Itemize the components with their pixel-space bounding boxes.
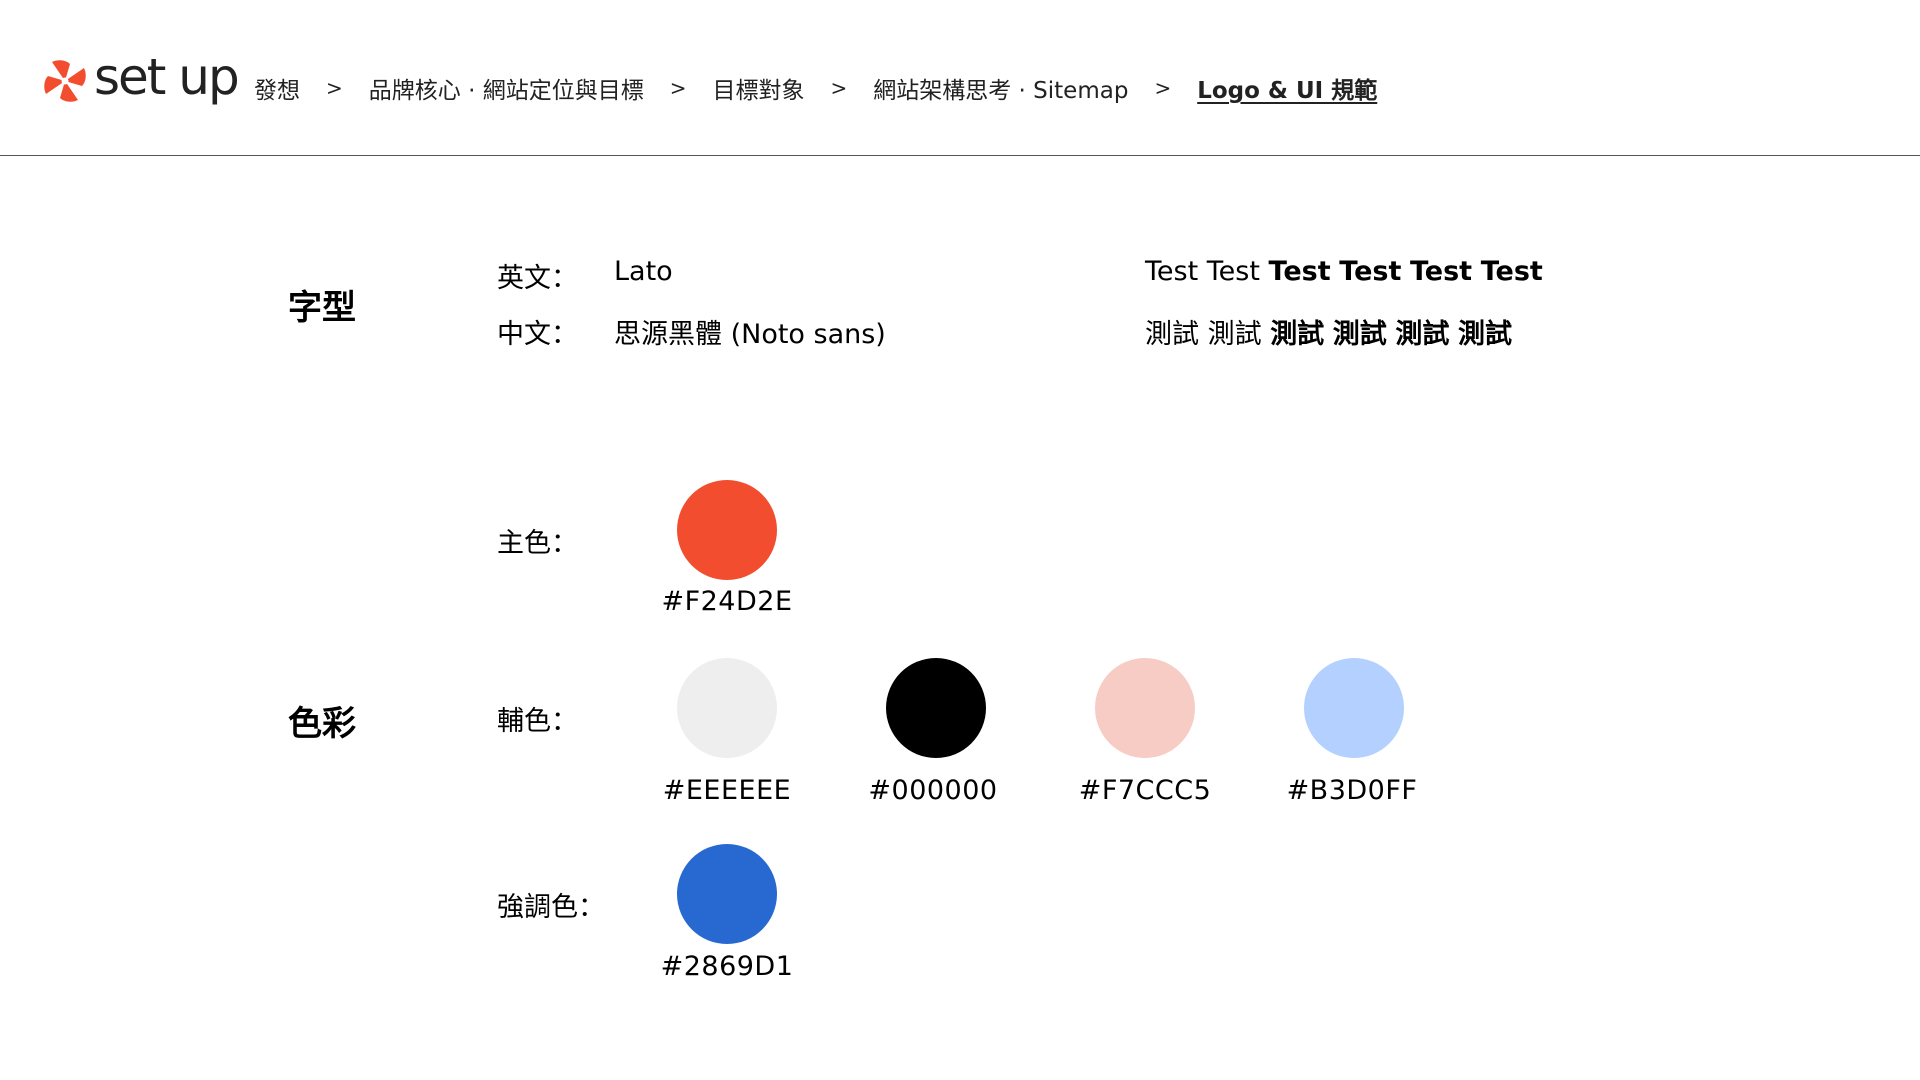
color-hex-black: #000000	[868, 775, 998, 806]
setup-logo[interactable]: set up	[42, 52, 240, 106]
primary-color-label: 主色：	[497, 528, 578, 559]
color-swatch-accent	[677, 844, 777, 944]
english-sample-bold: Test	[1409, 256, 1473, 287]
typography-section-title: 字型	[288, 288, 356, 328]
color-swatch-black	[886, 658, 986, 758]
english-sample-black: Test	[1480, 256, 1543, 287]
color-swatch-light-blue	[1304, 658, 1404, 758]
color-hex-light-pink: #F7CCC5	[1078, 775, 1212, 806]
breadcrumb: 發想 > 品牌核心 · 網站定位與目標 > 目標對象 > 網站架構思考 · Si…	[254, 70, 1377, 106]
breadcrumb-sitemap[interactable]: 網站架構思考 · Sitemap	[873, 71, 1128, 105]
english-sample-light: Test	[1145, 256, 1199, 287]
chinese-font-samples: 測試 測試 測試 測試 測試 測試	[1145, 312, 1512, 351]
english-font-samples: Test Test Test Test Test Test	[1145, 256, 1543, 287]
breadcrumb-separator: >	[326, 76, 343, 100]
english-font-name: Lato	[614, 256, 673, 287]
chinese-sample-bold: 測試	[1395, 319, 1450, 350]
breadcrumb-brand-core[interactable]: 品牌核心 · 網站定位與目標	[369, 71, 644, 105]
breadcrumb-target-audience[interactable]: 目標對象	[712, 71, 804, 105]
breadcrumb-separator: >	[669, 76, 687, 100]
breadcrumb-separator: >	[1154, 76, 1172, 100]
accent-color-label: 強調色：	[497, 892, 605, 923]
page-header: set up 發想 > 品牌核心 · 網站定位與目標 > 目標對象 > 網站架構…	[0, 0, 1920, 156]
color-hex-light-blue: #B3D0FF	[1286, 775, 1418, 806]
english-sample-regular: Test	[1206, 256, 1260, 287]
color-hex-light-gray: #EEEEEE	[662, 775, 792, 806]
chinese-sample-semibold: 測試	[1332, 319, 1387, 350]
english-font-label: 英文：	[497, 263, 578, 294]
english-sample-medium: Test	[1268, 256, 1331, 287]
color-hex-primary: #F24D2E	[661, 586, 793, 617]
breadcrumb-ideation[interactable]: 發想	[254, 71, 300, 105]
color-section-title: 色彩	[288, 704, 356, 744]
breadcrumb-separator: >	[830, 76, 848, 100]
color-hex-accent: #2869D1	[660, 951, 794, 982]
english-sample-semibold: Test	[1339, 256, 1402, 287]
logo-wordmark: set up	[94, 48, 240, 106]
chinese-sample-medium: 測試	[1270, 319, 1325, 350]
color-swatch-light-pink	[1095, 658, 1195, 758]
chinese-sample-regular: 測試	[1207, 319, 1262, 350]
chinese-font-label: 中文：	[497, 319, 578, 350]
chinese-font-name: 思源黑體 (Noto sans)	[614, 319, 886, 350]
chinese-sample-light: 測試	[1145, 319, 1199, 350]
secondary-color-label: 輔色：	[497, 706, 578, 737]
color-swatch-light-gray	[677, 658, 777, 758]
color-swatch-primary	[677, 480, 777, 580]
breadcrumb-logo-ui-guidelines[interactable]: Logo & UI 規範	[1197, 71, 1377, 105]
chinese-sample-black: 測試	[1457, 319, 1512, 350]
pinwheel-logo-icon	[44, 60, 86, 102]
